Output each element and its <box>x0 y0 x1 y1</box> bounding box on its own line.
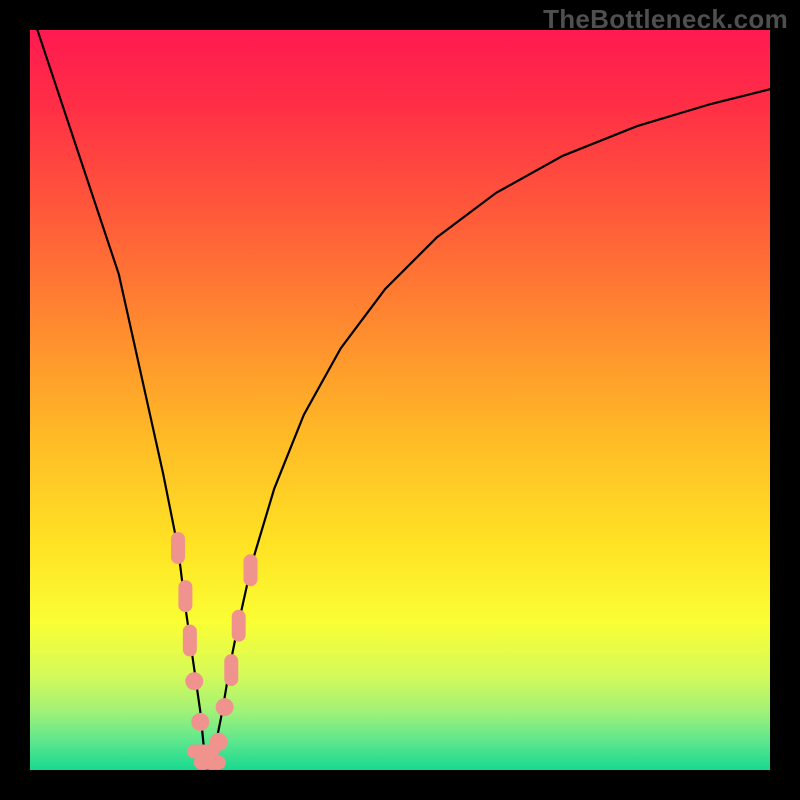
plot-area <box>30 30 770 770</box>
chart-frame: TheBottleneck.com <box>0 0 800 800</box>
data-marker <box>210 733 228 751</box>
data-marker <box>185 672 203 690</box>
data-marker <box>216 698 234 716</box>
gradient-background <box>30 30 770 770</box>
data-marker <box>178 580 192 612</box>
data-marker <box>232 610 246 642</box>
data-marker <box>244 554 258 586</box>
data-marker <box>224 654 238 686</box>
data-marker <box>191 713 209 731</box>
plot-svg <box>30 30 770 770</box>
data-marker <box>171 532 185 564</box>
data-marker <box>194 756 226 770</box>
data-marker <box>183 625 197 657</box>
